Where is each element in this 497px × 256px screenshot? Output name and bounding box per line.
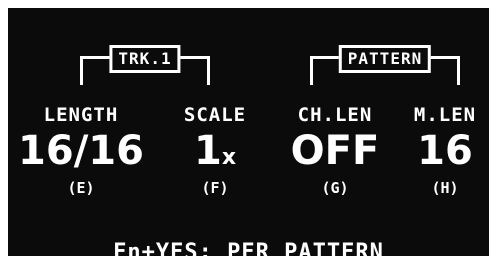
param-value: OFF <box>290 128 380 174</box>
track-group-bracket: TRK.1 <box>80 45 210 85</box>
param-label: M.LEN <box>413 104 477 126</box>
param-m-len[interactable]: M.LEN 16 (H) <box>402 104 488 197</box>
param-key-hint: (H) <box>431 179 459 197</box>
param-key-hint: (G) <box>321 179 349 197</box>
device-screen: TRK.1 PATTERN LENGTH 16/16 (E) SCALE 1x … <box>8 8 489 256</box>
param-value: 1x <box>193 128 237 174</box>
footer-hint: Fn+YES: PER PATTERN <box>113 240 384 256</box>
param-label: SCALE <box>183 104 247 126</box>
param-label: CH.LEN <box>297 104 373 126</box>
pattern-group-tag: PATTERN <box>338 45 432 73</box>
param-value: 16/16 <box>18 128 144 174</box>
param-ch-len[interactable]: CH.LEN OFF (G) <box>280 104 390 197</box>
param-label: LENGTH <box>43 104 119 126</box>
pattern-group-bracket: PATTERN <box>310 45 460 85</box>
track-group-tag: TRK.1 <box>109 45 181 73</box>
param-length[interactable]: LENGTH 16/16 (E) <box>16 104 146 197</box>
param-key-hint: (F) <box>201 179 229 197</box>
param-value: 16 <box>417 128 473 174</box>
param-scale[interactable]: SCALE 1x (F) <box>160 104 270 197</box>
param-key-hint: (E) <box>67 179 95 197</box>
